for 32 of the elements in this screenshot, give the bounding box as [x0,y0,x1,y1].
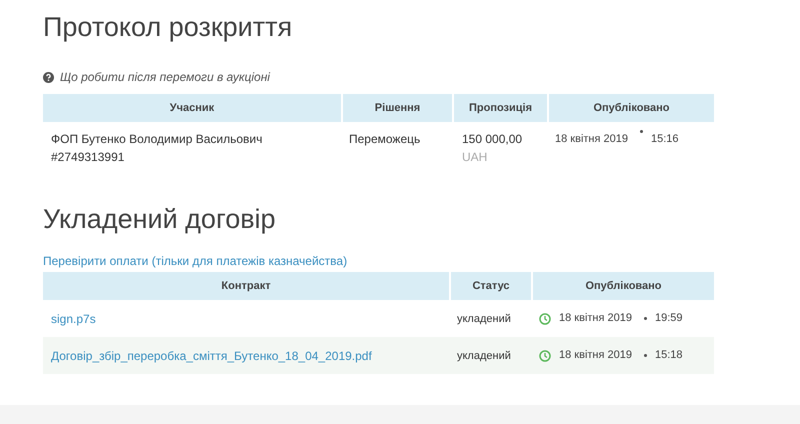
clock-icon [539,312,551,324]
column-header: Учасник [43,94,341,122]
bullet-icon [644,354,647,357]
status-text: укладений [457,313,511,326]
bullet-icon [644,317,647,320]
time-text: 15:18 [655,348,683,364]
column-header: Пропозиція [454,94,547,122]
currency-text: UAH [462,149,488,166]
column-header: Рішення [343,94,452,122]
file-link[interactable]: sign.p7s [51,312,96,326]
status-text: укладений [457,350,511,362]
column-header: Контракт [43,272,449,300]
date-text: 18 квітня 2019 [559,348,632,364]
date-text: 18 квітня 2019 [555,132,628,147]
column-header: Опубліковано [533,272,714,300]
participant-name: ФОП Бутенко Володимир Васильович [51,131,264,148]
help-icon [43,72,54,82]
file-link[interactable]: Договір_збір_переробка_сміття_Бутенко_18_04_2019.pdf [51,348,372,362]
time-text: 19:59 [655,311,683,326]
date-text: 18 квітня 2019 [559,311,632,326]
column-header: Опубліковано [549,94,714,122]
bullet-icon [640,130,643,133]
amount-text: 150 000,00 [462,131,522,148]
clock-icon [539,350,551,362]
help-link[interactable]: Що робити після перемоги в аукціоні [60,68,270,86]
time-text: 15:16 [651,132,679,147]
payments-link[interactable]: Перевірити оплати (тільки для платежів казначейства) [43,252,348,270]
section-title: Укладений договір [43,203,277,236]
participant-id: #2749313991 [51,149,126,166]
section-title: Протокол розкриття [43,11,294,44]
decision-text: Переможець [349,132,420,146]
column-header: Статус [451,272,531,300]
